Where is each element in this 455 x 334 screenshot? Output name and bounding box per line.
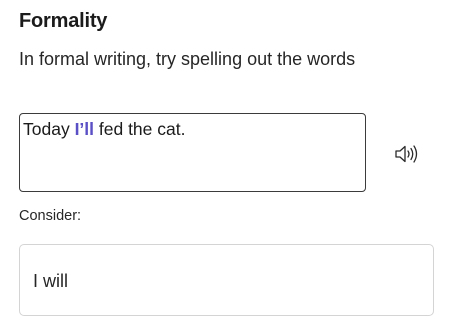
consider-label: Consider: [19, 208, 82, 224]
sentence-text-before: Today [23, 119, 75, 139]
flagged-word: I’ll [74, 119, 95, 139]
sentence-text-after: fed the cat. [94, 119, 186, 139]
card-title: Formality [19, 10, 108, 32]
read-aloud-button[interactable] [394, 142, 420, 166]
suggestion-text: I will [33, 271, 68, 291]
card-subtitle: In formal writing, try spelling out the … [19, 49, 356, 69]
suggestion-option[interactable]: I will [19, 244, 434, 316]
speaker-icon [395, 145, 418, 163]
sentence-context-box: Today I’ll fed the cat. [19, 113, 366, 192]
